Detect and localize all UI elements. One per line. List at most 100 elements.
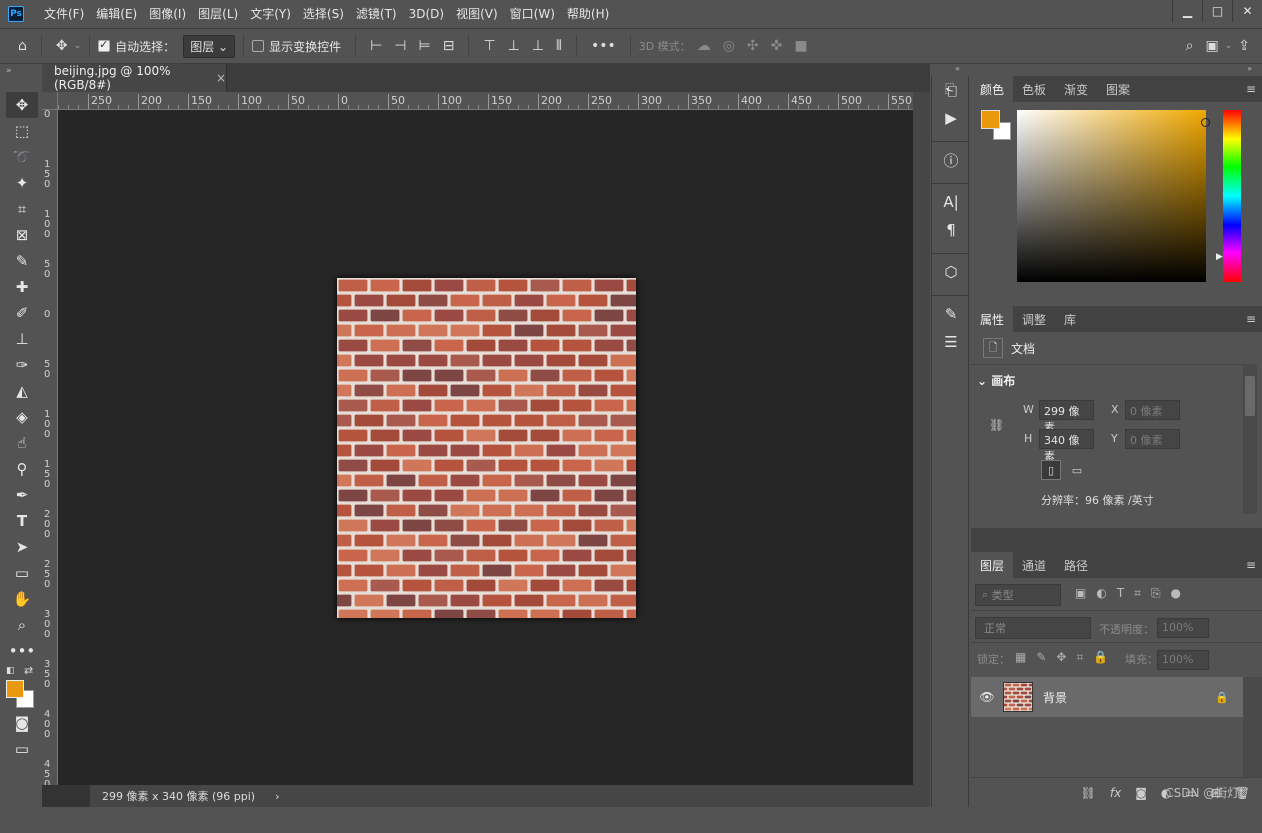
rectangle-tool-icon[interactable]: ▭ [6,560,38,586]
vertical-scrollbar[interactable] [913,92,930,807]
panel-menu-icon[interactable]: ≡ [1246,306,1262,332]
lock-all-icon[interactable]: 🔒 [1093,650,1108,665]
status-menu-arrow[interactable]: › [275,790,279,803]
panel-foreground-swatch[interactable] [981,110,1000,129]
tab-gradients[interactable]: 渐变 [1055,76,1097,102]
picker-cursor[interactable] [1201,118,1210,127]
canvas-section-header[interactable]: ⌄ 画布 [977,372,1015,389]
layer-row[interactable]: 👁 背景 🔒 [971,677,1243,717]
workspace-icon[interactable]: ▣ [1205,38,1218,54]
lock-artboard-icon[interactable]: ⌗ [1076,650,1083,665]
eraser-tool-icon[interactable]: ◭ [6,378,38,404]
chevron-down-icon[interactable]: ⌄ [1225,41,1233,51]
tab-properties[interactable]: 属性 [971,306,1013,332]
visibility-eye-icon[interactable]: 👁 [971,690,1003,704]
height-field[interactable]: 340 像素 [1039,429,1094,449]
filter-smart-object-icon[interactable]: ⎘ [1151,586,1161,601]
default-colors-icon[interactable]: ◧ [6,666,15,676]
character-panel-icon[interactable]: A| [932,188,970,216]
collapse-icon[interactable]: » [0,64,42,78]
tab-paths[interactable]: 路径 [1055,552,1097,578]
align-top-icon[interactable]: ⊤ [483,38,495,54]
opacity-field[interactable]: 100% [1157,618,1209,638]
paint-bucket-tool-icon[interactable]: ◈ [6,404,38,430]
info-panel-icon[interactable]: ⓘ [932,146,970,174]
minimize-button[interactable]: ▁ [1172,0,1202,22]
lock-position-icon[interactable]: ✥ [1056,650,1066,665]
menu-edit[interactable]: 编辑(E) [90,0,143,28]
move-tool-icon[interactable]: ✥ [56,38,68,54]
y-field[interactable]: 0 像素 [1125,429,1180,449]
menu-filter[interactable]: 滤镜(T) [350,0,403,28]
magic-wand-tool-icon[interactable]: ✦ [6,170,38,196]
canvas-area[interactable] [58,110,913,785]
add-mask-icon[interactable]: ◙ [1135,786,1147,800]
ruler-origin[interactable] [42,92,58,110]
x-field[interactable]: 0 像素 [1125,400,1180,420]
close-tab-icon[interactable]: × [216,71,226,85]
path-selection-tool-icon[interactable]: ➤ [6,534,38,560]
hue-slider-handle[interactable]: ▶ [1216,252,1223,262]
history-panel-icon[interactable]: ⎗ [932,76,970,104]
frame-tool-icon[interactable]: ⊠ [6,222,38,248]
maximize-button[interactable]: □ [1202,0,1232,22]
vertical-ruler[interactable]: 01 5 01 0 05 005 01 0 01 5 02 0 02 5 03 … [42,110,58,785]
adjustments-panel-icon[interactable]: ☰ [932,328,970,356]
lasso-tool-icon[interactable]: ➰ [6,144,38,170]
tab-swatches[interactable]: 色板 [1013,76,1055,102]
menu-image[interactable]: 图像(I) [143,0,192,28]
actions-panel-icon[interactable]: ▶ [932,104,970,132]
dodge-tool-icon[interactable]: ⚲ [6,456,38,482]
filter-adjustment-icon[interactable]: ◐ [1096,586,1106,601]
move-tool-icon[interactable]: ✥ [6,92,38,118]
screen-mode-icon[interactable]: ▭ [6,736,38,762]
smudge-tool-icon[interactable]: ☝ [6,430,38,456]
type-tool-icon[interactable]: T [6,508,38,534]
filter-pixel-icon[interactable]: ▣ [1075,586,1086,601]
menu-help[interactable]: 帮助(H) [561,0,615,28]
auto-select-dropdown[interactable]: 图层 ⌄ [183,35,235,58]
home-icon[interactable]: ⌂ [18,38,27,54]
width-field[interactable]: 299 像素 [1039,400,1094,420]
menu-window[interactable]: 窗口(W) [504,0,561,28]
blend-mode-dropdown[interactable]: 正常 [975,617,1091,639]
distribute-vertical-icon[interactable]: ⫴ [556,38,562,54]
tab-adjustments[interactable]: 调整 [1013,306,1055,332]
search-icon[interactable]: ⌕ [1186,38,1194,54]
more-options-icon[interactable]: ••• [591,38,616,54]
menu-3d[interactable]: 3D(D) [403,0,450,28]
landscape-orientation-icon[interactable]: ▭ [1067,460,1087,480]
paragraph-panel-icon[interactable]: ¶ [932,216,970,244]
brush-tool-icon[interactable]: ✐ [6,300,38,326]
menu-file[interactable]: 文件(F) [38,0,90,28]
panel-menu-icon[interactable]: ≡ [1246,552,1262,578]
marquee-tool-icon[interactable]: ⬚ [6,118,38,144]
zoom-field[interactable] [42,785,90,807]
crop-tool-icon[interactable]: ⌗ [6,196,38,222]
tab-patterns[interactable]: 图案 [1097,76,1139,102]
tab-color[interactable]: 颜色 [971,76,1013,102]
hand-tool-icon[interactable]: ✋ [6,586,38,612]
layers-scrollbar[interactable] [1243,677,1262,777]
fill-field[interactable]: 100% [1157,650,1209,670]
link-icon[interactable]: ⛓ [989,418,1004,432]
document-image[interactable] [337,278,636,618]
expand-panels-icon[interactable]: » [1247,64,1252,76]
lock-pixels-icon[interactable]: ✎ [1036,650,1046,665]
layer-filter-dropdown[interactable]: ⌕ 类型 [975,584,1061,606]
eyedropper-tool-icon[interactable]: ✎ [6,248,38,274]
zoom-tool-icon[interactable]: ⌕ [6,612,38,638]
color-picker-field[interactable] [1017,110,1206,282]
menu-view[interactable]: 视图(V) [450,0,504,28]
close-window-button[interactable]: ✕ [1232,0,1262,22]
quick-mask-icon[interactable]: ◙ [6,710,38,736]
menu-layer[interactable]: 图层(L) [192,0,244,28]
tab-libraries[interactable]: 库 [1055,306,1085,332]
align-center-icon[interactable]: ⊣ [394,38,406,54]
filter-toggle-icon[interactable]: ● [1171,586,1181,601]
brush-settings-icon[interactable]: ✎ [932,300,970,328]
history-brush-tool-icon[interactable]: ✑ [6,352,38,378]
3d-panel-icon[interactable]: ⬡ [932,258,970,286]
show-transform-checkbox[interactable] [252,40,264,52]
clone-stamp-tool-icon[interactable]: ⊥ [6,326,38,352]
